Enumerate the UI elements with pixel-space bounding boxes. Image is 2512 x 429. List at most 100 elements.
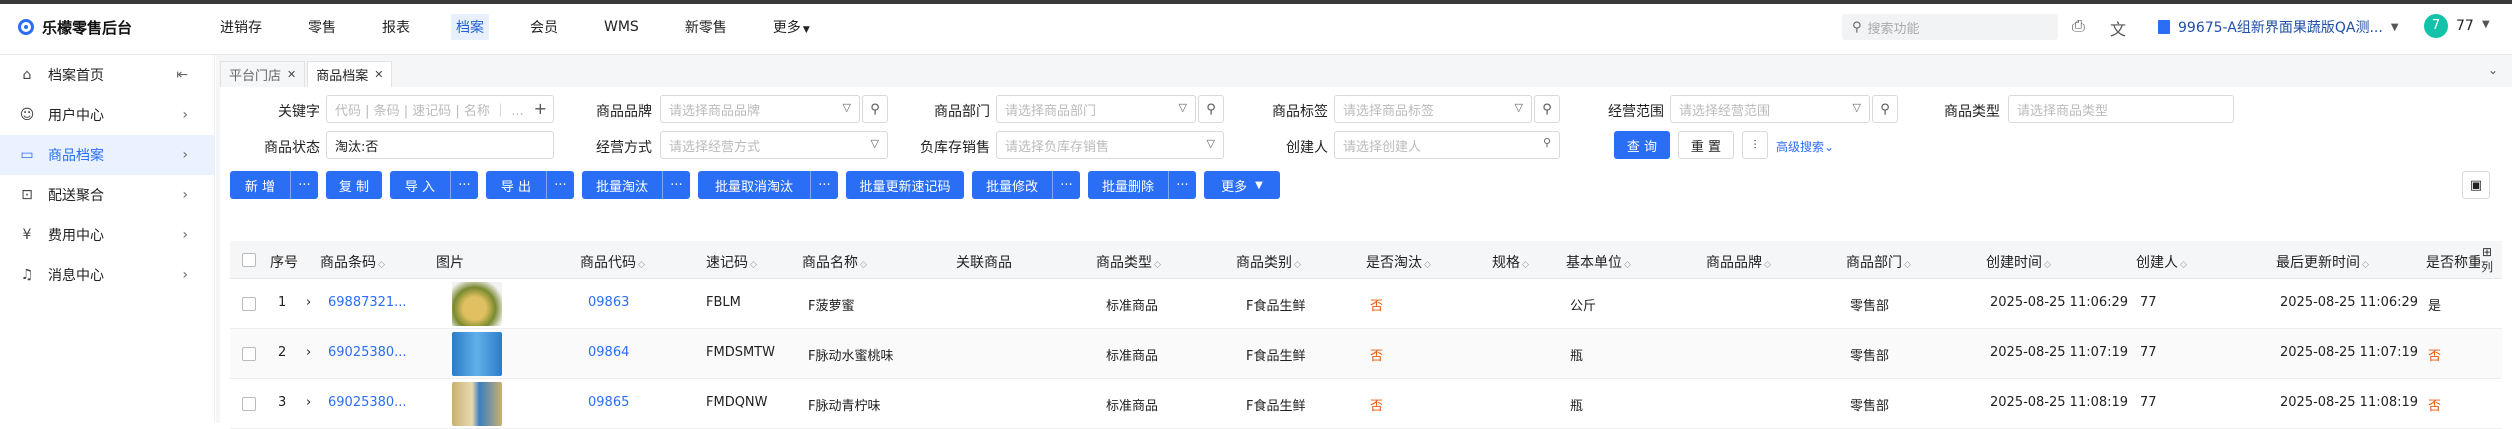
tag-select[interactable]: 请选择商品标签 ▽ — [1334, 95, 1532, 123]
user-name[interactable]: 77 — [2456, 18, 2474, 34]
add-more-button[interactable]: ··· — [290, 171, 318, 199]
collapse-sidebar-icon[interactable]: ⇤ — [176, 67, 188, 83]
th-updated[interactable]: 最后更新时间 ◇ — [2276, 252, 2369, 272]
creator-select[interactable]: 请选择创建人 ⚲ — [1334, 131, 1560, 159]
th-created[interactable]: 创建时间 ◇ — [1986, 252, 2051, 272]
th-code[interactable]: 商品代码 ◇ — [580, 252, 645, 272]
batch-cancel-obsolete-button[interactable]: 批量取消淘汰 — [698, 171, 810, 199]
th-name[interactable]: 商品名称 ◇ — [802, 252, 867, 272]
nav-item-reports[interactable]: 报表 — [377, 14, 415, 40]
batch-obsolete-more-button[interactable]: ··· — [662, 171, 690, 199]
batch-obsolete-button[interactable]: 批量淘汰 — [582, 171, 662, 199]
batch-edit-button[interactable]: 批量修改 — [972, 171, 1052, 199]
filter-settings-button[interactable]: ⫶ — [1742, 131, 1768, 159]
close-icon[interactable]: ✕ — [287, 68, 296, 81]
user-menu-chevron-icon[interactable]: ▼ — [2482, 19, 2490, 30]
expand-chevron-icon[interactable]: › — [306, 345, 311, 360]
th-shortcode[interactable]: 速记码 ◇ — [706, 252, 757, 272]
export-more-button[interactable]: ··· — [546, 171, 574, 199]
row-checkbox[interactable] — [242, 347, 256, 361]
batch-update-shortcode-button[interactable]: 批量更新速记码 — [846, 171, 964, 199]
expand-chevron-icon[interactable]: › — [306, 395, 311, 410]
nav-item-inventory[interactable]: 进销存 — [215, 14, 267, 40]
import-more-button[interactable]: ··· — [450, 171, 478, 199]
product-thumbnail[interactable] — [452, 282, 502, 326]
tabs-dropdown-icon[interactable]: ⌄ — [2488, 63, 2498, 77]
advanced-search-link[interactable]: 高级搜索⌄ — [1776, 138, 1834, 155]
nav-item-member[interactable]: 会员 — [525, 14, 563, 40]
product-thumbnail[interactable] — [452, 332, 502, 376]
export-button[interactable]: 导 出 — [486, 171, 546, 199]
nav-item-wms[interactable]: WMS — [599, 16, 644, 38]
sidebar-item-messages[interactable]: ♫ 消息中心 › — [0, 255, 214, 295]
sidebar-item-archive-home[interactable]: ⌂ 档案首页 ⇤ — [0, 55, 214, 95]
th-spec[interactable]: 规格 ◇ — [1492, 252, 1529, 272]
keyword-input[interactable]: 代码 | 条码 | 速记码 | 名称 ｜ ... + — [326, 95, 554, 123]
brand-search-button[interactable]: ⚲ — [862, 95, 888, 123]
th-obsolete[interactable]: 是否淘汰 ◇ — [1366, 252, 1431, 272]
nav-item-archive[interactable]: 档案 — [451, 14, 489, 40]
tag-search-button[interactable]: ⚲ — [1534, 95, 1560, 123]
sidebar-item-user-center[interactable]: ☺ 用户中心 › — [0, 95, 214, 135]
row-barcode[interactable]: 69887321... — [328, 295, 407, 310]
batch-cancel-more-button[interactable]: ··· — [810, 171, 838, 199]
th-category[interactable]: 商品类别 ◇ — [1236, 252, 1301, 272]
avatar[interactable]: 7 — [2424, 14, 2448, 38]
function-search-input[interactable]: ⚲ 搜索功能 — [1842, 14, 2058, 40]
brand-select[interactable]: 请选择商品品牌 ▽ — [660, 95, 860, 123]
column-settings-button[interactable]: ⊞ 列 — [2478, 245, 2496, 275]
row-checkbox[interactable] — [242, 397, 256, 411]
printer-icon[interactable]: ⎙ — [2072, 16, 2085, 36]
scope-search-button[interactable]: ⚲ — [1872, 95, 1898, 123]
table-row[interactable]: 1 › 69887321... 09863 FBLM F菠萝蜜 标准商品 F食品… — [230, 279, 2502, 329]
add-button[interactable]: 新 增 — [230, 171, 290, 199]
org-selector[interactable]: 99675-A组新界面果蔬版QA测... ▼ — [2158, 17, 2399, 37]
close-icon[interactable]: ✕ — [374, 68, 383, 81]
row-code[interactable]: 09865 — [588, 395, 629, 410]
app-logo[interactable]: 乐檬零售后台 — [0, 17, 215, 38]
translate-icon[interactable]: 文 — [2110, 16, 2126, 40]
th-unit[interactable]: 基本单位 ◇ — [1566, 252, 1631, 272]
nav-item-more[interactable]: 更多 ▼ — [768, 14, 815, 40]
plus-icon[interactable]: + — [534, 99, 547, 118]
sidebar-item-product-archive[interactable]: ▭ 商品档案 › — [0, 135, 214, 175]
reset-button[interactable]: 重 置 — [1678, 131, 1734, 159]
expand-chevron-icon[interactable]: › — [306, 295, 311, 310]
batch-edit-more-button[interactable]: ··· — [1052, 171, 1080, 199]
th-barcode[interactable]: 商品条码 ◇ — [320, 252, 385, 272]
table-row[interactable]: 3 › 69025380... 09865 FMDQNW F脉动青柠味 标准商品… — [230, 379, 2502, 429]
sidebar-item-expense[interactable]: ¥ 费用中心 › — [0, 215, 214, 255]
batch-delete-button[interactable]: 批量删除 — [1088, 171, 1168, 199]
table-settings-button[interactable]: ▣ — [2462, 171, 2490, 199]
neg-stock-select[interactable]: 请选择负库存销售 ▽ — [996, 131, 1224, 159]
import-button[interactable]: 导 入 — [390, 171, 450, 199]
th-dept[interactable]: 商品部门 ◇ — [1846, 252, 1911, 272]
copy-button[interactable]: 复 制 — [326, 171, 382, 199]
tab-platform-store[interactable]: 平台门店 ✕ — [220, 61, 306, 87]
dept-select[interactable]: 请选择商品部门 ▽ — [996, 95, 1196, 123]
row-barcode[interactable]: 69025380... — [328, 345, 407, 360]
th-brand[interactable]: 商品品牌 ◇ — [1706, 252, 1771, 272]
dept-search-button[interactable]: ⚲ — [1198, 95, 1224, 123]
table-row[interactable]: 2 › 69025380... 09864 FMDSMTW F脉动水蜜桃味 标准… — [230, 329, 2502, 379]
type-select[interactable]: 请选择商品类型 — [2008, 95, 2234, 123]
more-actions-button[interactable]: 更多 ▼ — [1204, 171, 1280, 199]
sidebar-item-distribution[interactable]: ⊡ 配送聚合 › — [0, 175, 214, 215]
status-select[interactable]: 淘汰:否 — [326, 131, 554, 159]
tag-placeholder: 请选择商品标签 — [1343, 103, 1435, 119]
th-product-type[interactable]: 商品类型 ◇ — [1096, 252, 1161, 272]
product-thumbnail[interactable] — [452, 382, 502, 426]
mode-select[interactable]: 请选择经营方式 ▽ — [660, 131, 888, 159]
th-creator[interactable]: 创建人 ◇ — [2136, 252, 2187, 272]
row-code[interactable]: 09863 — [588, 295, 629, 310]
tab-product-archive[interactable]: 商品档案 ✕ — [307, 61, 393, 87]
nav-item-retail[interactable]: 零售 — [303, 14, 341, 40]
row-code[interactable]: 09864 — [588, 345, 629, 360]
row-checkbox[interactable] — [242, 297, 256, 311]
select-all-checkbox[interactable] — [242, 253, 256, 267]
batch-delete-more-button[interactable]: ··· — [1168, 171, 1196, 199]
scope-select[interactable]: 请选择经营范围 ▽ — [1670, 95, 1870, 123]
nav-item-new-retail[interactable]: 新零售 — [680, 14, 732, 40]
row-barcode[interactable]: 69025380... — [328, 395, 407, 410]
query-button[interactable]: 查 询 — [1614, 131, 1670, 159]
